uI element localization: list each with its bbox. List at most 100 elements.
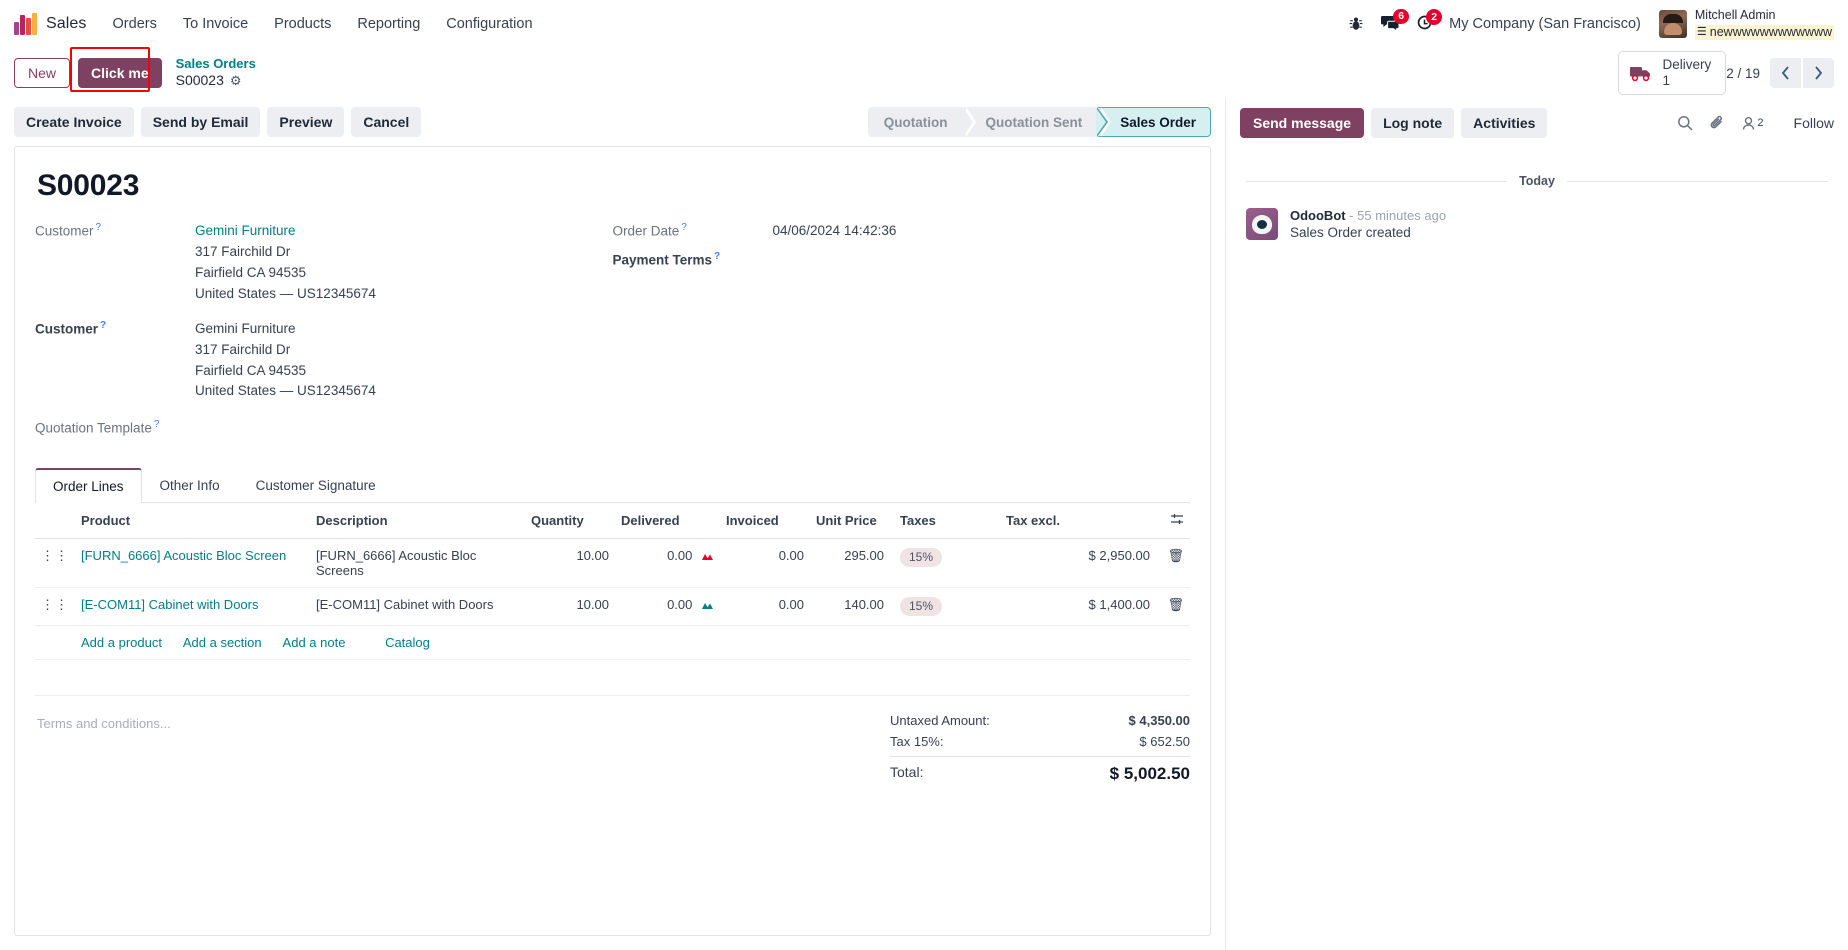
customer-link[interactable]: Gemini Furniture	[195, 223, 296, 238]
paperclip-icon[interactable]	[1709, 115, 1725, 131]
trash-icon[interactable]: 🗑	[1167, 597, 1184, 612]
day-separator-label: Today	[1519, 174, 1555, 188]
tab-customer-signature[interactable]: Customer Signature	[238, 468, 394, 503]
cell-delivered[interactable]: 0.00	[615, 538, 720, 588]
company-switcher[interactable]: My Company (San Francisco)	[1449, 16, 1641, 32]
col-taxes[interactable]: Taxes	[890, 502, 1000, 539]
send-message-button[interactable]: Send message	[1240, 108, 1365, 138]
activities-badge: 2	[1426, 9, 1443, 25]
help-tooltip-icon[interactable]: ?	[714, 251, 720, 262]
field-label-text: Customer	[35, 223, 94, 239]
status-bar: Quotation Quotation Sent Sales Order	[867, 107, 1211, 137]
status-quotation[interactable]: Quotation	[867, 107, 977, 137]
activities-clock-icon[interactable]: 2	[1416, 9, 1443, 32]
field-value-customer-2: Gemini Furniture 317 Fairchild Dr Fairfi…	[195, 319, 376, 403]
tax-badge: 15%	[900, 596, 943, 616]
cell-product: [E-COM11] Cabinet with Doors	[75, 587, 310, 626]
col-delivered[interactable]: Delivered	[615, 502, 720, 539]
cell-unit-price[interactable]: 295.00	[810, 538, 890, 588]
status-sales-order[interactable]: Sales Order	[1098, 107, 1211, 137]
table-row[interactable]: ⋮⋮ [FURN_6666] Acoustic Bloc Screen [FUR…	[35, 538, 1190, 588]
product-link[interactable]: [FURN_6666] Acoustic Bloc Screen	[81, 548, 286, 563]
user-menu[interactable]: Mitchell Admin ☰ newwwwwwwwwwww	[1658, 8, 1834, 41]
table-row[interactable]: ⋮⋮ [E-COM11] Cabinet with Doors [E-COM11…	[35, 587, 1190, 626]
help-tooltip-icon[interactable]: ?	[154, 419, 160, 430]
click-me-button[interactable]: Click me	[78, 58, 162, 88]
pager-prev-button[interactable]	[1770, 58, 1801, 88]
product-link[interactable]: [E-COM11] Cabinet with Doors	[81, 597, 259, 612]
nav-menu-orders[interactable]: Orders	[113, 16, 157, 32]
action-bar: Create Invoice Send by Email Preview Can…	[0, 98, 1225, 146]
field-label-customer-1: Customer?	[35, 221, 195, 305]
col-unit-price[interactable]: Unit Price	[810, 502, 890, 539]
cell-quantity[interactable]: 10.00	[525, 538, 615, 588]
log-note-button[interactable]: Log note	[1371, 108, 1455, 138]
col-product[interactable]: Product	[75, 502, 310, 539]
delivery-stat-value: 1	[1662, 73, 1670, 88]
cell-taxes[interactable]: 15%	[890, 587, 1000, 626]
add-a-note-link[interactable]: Add a note	[283, 635, 346, 650]
help-tooltip-icon[interactable]: ?	[96, 222, 102, 233]
create-invoice-button[interactable]: Create Invoice	[14, 107, 134, 137]
col-invoiced[interactable]: Invoiced	[720, 502, 810, 539]
cell-delivered[interactable]: 0.00	[615, 587, 720, 626]
catalog-link[interactable]: Catalog	[385, 635, 430, 650]
chatter-thread: Today OdooBot - 55 minutes ago Sales Ord…	[1226, 148, 1848, 250]
cell-invoiced[interactable]: 0.00	[720, 587, 810, 626]
cell-description[interactable]: [E-COM11] Cabinet with Doors	[310, 587, 525, 626]
preview-button[interactable]: Preview	[267, 107, 345, 137]
cell-invoiced[interactable]: 0.00	[720, 538, 810, 588]
drag-handle-icon[interactable]: ⋮⋮	[35, 587, 75, 626]
delivered-value: 0.00	[667, 596, 693, 612]
gear-icon[interactable]: ⚙	[230, 73, 242, 89]
cell-taxes[interactable]: 15%	[890, 538, 1000, 588]
total-untaxed-row: Untaxed Amount: $ 4,350.00	[890, 710, 1190, 731]
field-value-order-date[interactable]: 04/06/2024 14:42:36	[773, 221, 897, 242]
sheet-area: S00023 Customer? Gemini Furniture 317 Fa…	[0, 146, 1225, 950]
bug-icon[interactable]	[1348, 16, 1364, 32]
record-sheet: S00023 Customer? Gemini Furniture 317 Fa…	[14, 146, 1211, 936]
tab-other-info[interactable]: Other Info	[142, 468, 238, 503]
trash-icon[interactable]: 🗑	[1167, 548, 1184, 563]
messages-icon[interactable]: 6	[1380, 8, 1410, 33]
activities-button[interactable]: Activities	[1461, 108, 1548, 138]
nav-menu-products[interactable]: Products	[274, 16, 331, 32]
field-label-quotation-template: Quotation Template?	[35, 418, 195, 436]
message-author[interactable]: OdooBot	[1290, 208, 1346, 223]
help-tooltip-icon[interactable]: ?	[681, 222, 687, 233]
terms-and-conditions-input[interactable]: Terms and conditions...	[35, 710, 890, 787]
col-tax-excl[interactable]: Tax excl.	[1000, 502, 1156, 539]
field-customer-2: Customer? Gemini Furniture 317 Fairchild…	[35, 319, 613, 403]
column-settings-icon[interactable]	[1170, 513, 1184, 529]
col-quantity[interactable]: Quantity	[525, 502, 615, 539]
avatar	[1658, 9, 1687, 38]
nav-menu-configuration[interactable]: Configuration	[446, 16, 532, 32]
add-a-section-link[interactable]: Add a section	[183, 635, 262, 650]
pager-next-button[interactable]	[1803, 58, 1834, 88]
new-button[interactable]: New	[14, 58, 71, 88]
cancel-button[interactable]: Cancel	[351, 107, 422, 137]
forecast-chart-icon[interactable]	[701, 550, 714, 565]
nav-menu-reporting[interactable]: Reporting	[357, 16, 420, 32]
search-icon[interactable]	[1677, 115, 1693, 131]
nav-app-name[interactable]: Sales	[46, 15, 87, 33]
col-description[interactable]: Description	[310, 502, 525, 539]
add-a-product-link[interactable]: Add a product	[81, 635, 162, 650]
follow-button[interactable]: Follow	[1794, 115, 1834, 131]
tab-order-lines[interactable]: Order Lines	[35, 467, 142, 503]
help-tooltip-icon[interactable]: ?	[100, 320, 106, 331]
forecast-chart-icon[interactable]	[701, 599, 714, 614]
nav-menu-to-invoice[interactable]: To Invoice	[183, 16, 248, 32]
list-item: OdooBot - 55 minutes ago Sales Order cre…	[1246, 208, 1828, 240]
delivery-stat-button[interactable]: Delivery 1	[1618, 50, 1727, 96]
status-quotation-sent[interactable]: Quotation Sent	[963, 107, 1111, 137]
cell-unit-price[interactable]: 140.00	[810, 587, 890, 626]
field-label-text: Quotation Template	[35, 420, 152, 436]
drag-handle-icon[interactable]: ⋮⋮	[35, 538, 75, 588]
sheet-footer: Terms and conditions... Untaxed Amount: …	[35, 710, 1190, 787]
followers-icon[interactable]: 2	[1741, 116, 1764, 131]
cell-quantity[interactable]: 10.00	[525, 587, 615, 626]
breadcrumb-parent-link[interactable]: Sales Orders	[176, 56, 256, 72]
send-by-email-button[interactable]: Send by Email	[140, 107, 261, 137]
cell-description[interactable]: [FURN_6666] Acoustic Bloc Screens	[310, 538, 525, 588]
